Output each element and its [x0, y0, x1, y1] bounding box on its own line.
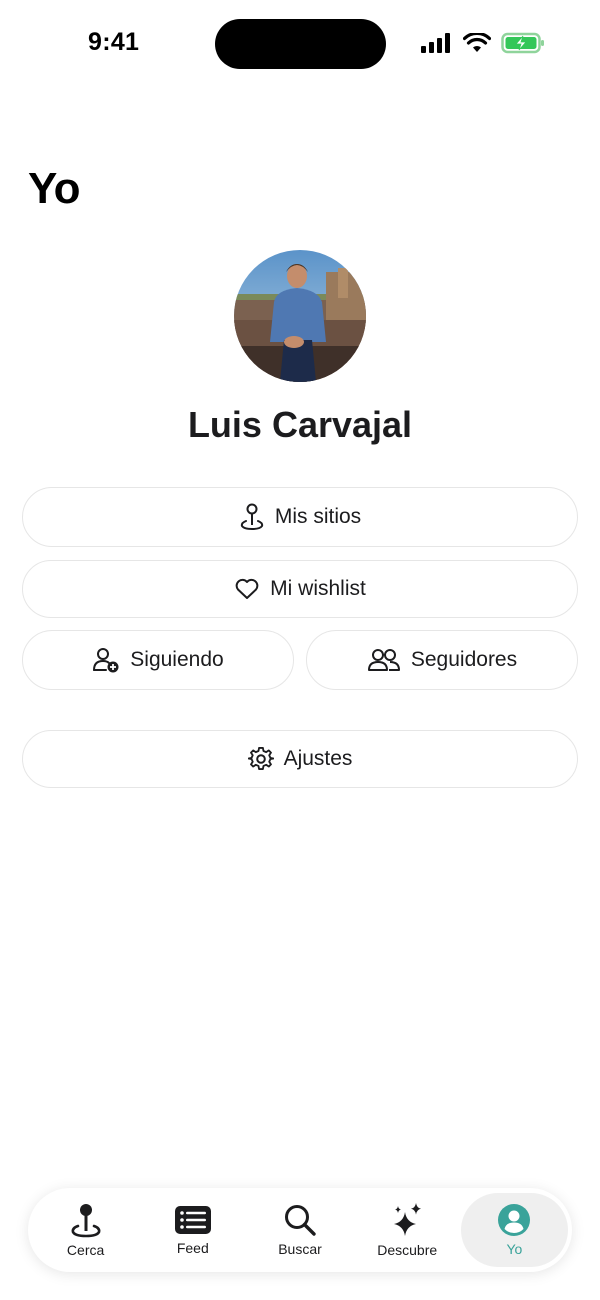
dynamic-island	[215, 19, 386, 69]
tab-cerca[interactable]: Cerca	[32, 1193, 139, 1267]
profile-photo	[234, 250, 366, 382]
tab-label: Cerca	[66, 1242, 105, 1258]
battery-charging-icon	[501, 32, 544, 54]
mis-sitios-button[interactable]: Mis sitios	[22, 487, 578, 547]
seguidores-label: Seguidores	[410, 648, 518, 671]
people-icon	[367, 649, 400, 671]
status-time: 9:41	[88, 28, 140, 56]
sparkles-icon	[394, 1203, 422, 1236]
search-icon	[285, 1205, 316, 1236]
ajustes-label: Ajustes	[283, 747, 353, 770]
tab-label: Descubre	[377, 1242, 438, 1258]
status-icons	[421, 32, 545, 54]
user-name: Luis Carvajal	[187, 404, 413, 445]
siguiendo-label: Siguiendo	[130, 648, 224, 671]
person-add-icon	[93, 648, 119, 673]
tab-buscar[interactable]: Buscar	[246, 1193, 353, 1267]
page-title: Yo	[28, 164, 80, 213]
gear-icon	[247, 747, 274, 770]
avatar[interactable]	[234, 250, 366, 382]
heart-icon	[235, 578, 259, 599]
seguidores-button[interactable]: Seguidores	[306, 630, 578, 690]
tab-feed[interactable]: Feed	[139, 1193, 246, 1267]
tab-bar: Cerca Feed Buscar Descubre Yo	[28, 1188, 572, 1272]
feed-icon	[174, 1206, 211, 1234]
profile-icon	[498, 1204, 531, 1236]
wifi-icon	[463, 33, 491, 52]
pin-icon	[240, 503, 263, 531]
wishlist-button[interactable]: Mi wishlist	[22, 560, 578, 618]
ajustes-button[interactable]: Ajustes	[22, 730, 578, 788]
siguiendo-button[interactable]: Siguiendo	[22, 630, 294, 690]
tab-label: Yo	[506, 1241, 523, 1257]
mis-sitios-label: Mis sitios	[274, 505, 362, 528]
pin-icon	[71, 1204, 101, 1238]
status-bar: 9:41	[0, 0, 600, 88]
tab-yo[interactable]: Yo	[460, 1193, 569, 1267]
tab-descubre[interactable]: Descubre	[354, 1193, 461, 1267]
signal-icon	[421, 33, 450, 53]
tab-label: Feed	[176, 1240, 209, 1256]
wishlist-label: Mi wishlist	[270, 577, 366, 600]
tab-label: Buscar	[278, 1241, 322, 1257]
